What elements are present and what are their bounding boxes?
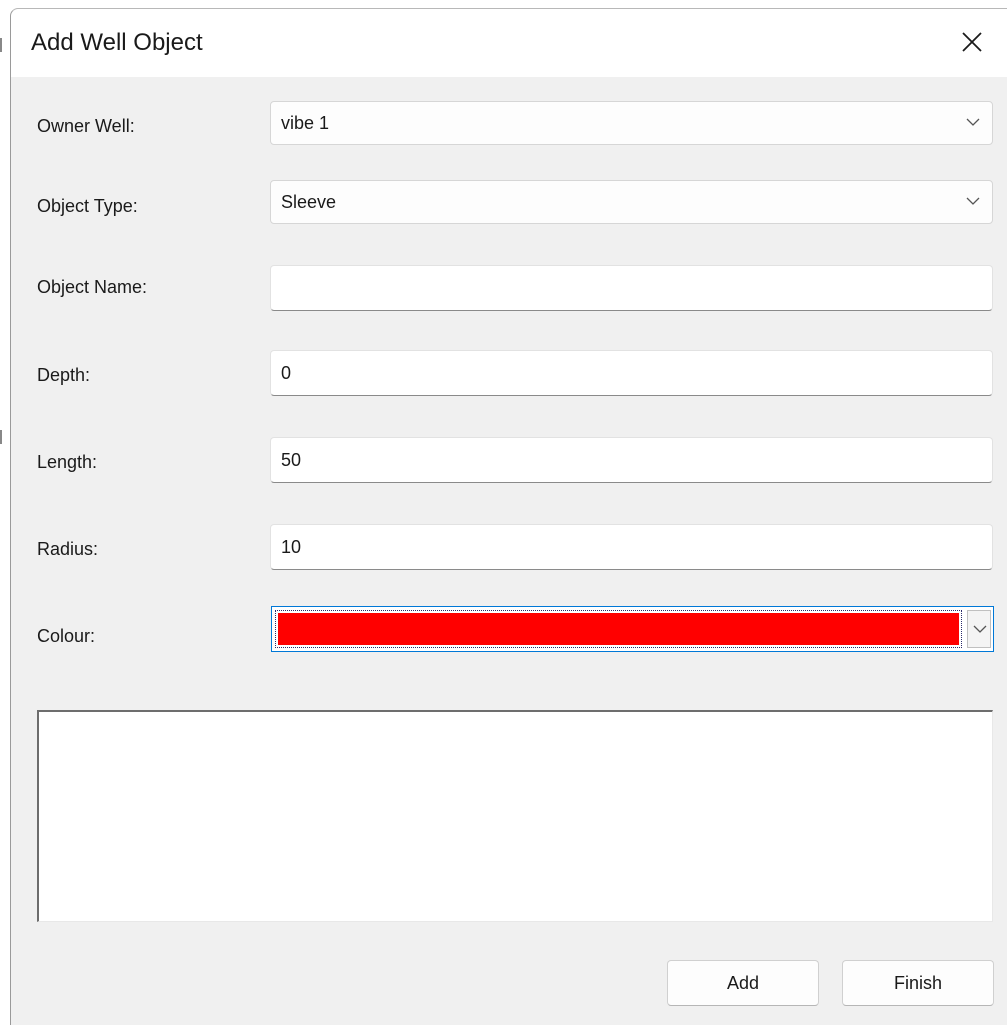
object-name-label: Object Name: <box>37 277 148 297</box>
depth-label: Depth: <box>37 365 91 385</box>
background-edge-mark <box>0 430 2 444</box>
chevron-down-icon <box>966 197 980 205</box>
colour-swatch-frame <box>275 610 962 648</box>
dialog-title: Add Well Object <box>31 29 203 56</box>
owner-well-select[interactable]: vibe 1 <box>270 101 993 145</box>
close-icon <box>962 32 982 52</box>
length-input[interactable]: 50 <box>270 437 993 483</box>
depth-input[interactable]: 0 <box>270 350 993 396</box>
owner-well-value: vibe 1 <box>281 113 330 133</box>
object-type-select[interactable]: Sleeve <box>270 180 993 224</box>
object-name-input[interactable] <box>270 265 993 311</box>
chevron-down-icon <box>966 118 980 126</box>
colour-swatch <box>278 613 959 645</box>
add-button[interactable]: Add <box>667 960 819 1006</box>
colour-label: Colour: <box>37 626 96 646</box>
title-bar: Add Well Object <box>11 9 1007 77</box>
notes-textarea[interactable] <box>37 710 993 922</box>
close-button[interactable] <box>937 9 1007 77</box>
add-well-object-dialog: Add Well Object Owner Well: vibe 1 Objec… <box>10 8 1007 1025</box>
chevron-down-icon <box>973 625 987 633</box>
object-type-label: Object Type: <box>37 196 138 216</box>
radius-label: Radius: <box>37 539 99 559</box>
length-label: Length: <box>37 452 98 472</box>
colour-dropdown-button[interactable] <box>967 610 991 648</box>
background-edge-mark <box>0 38 2 52</box>
radius-input[interactable]: 10 <box>270 524 993 570</box>
colour-picker[interactable] <box>271 606 994 652</box>
owner-well-label: Owner Well: <box>37 116 135 136</box>
finish-button[interactable]: Finish <box>842 960 994 1006</box>
object-type-value: Sleeve <box>281 192 337 212</box>
